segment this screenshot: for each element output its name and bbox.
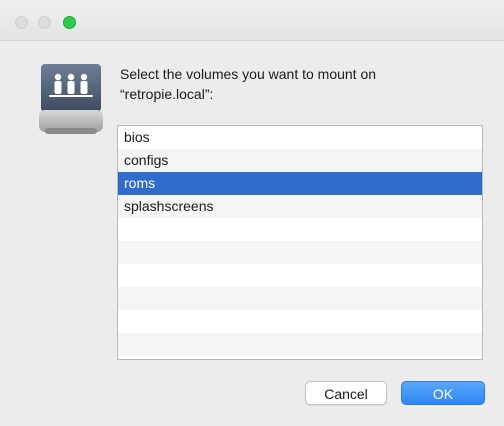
prompt-line-2: “retropie.local”: [120,86,214,102]
mount-prompt: Select the volumes you want to mount on … [120,64,480,104]
empty-row [118,264,482,287]
volume-list[interactable]: bios configs roms splashscreens [117,125,483,360]
volume-item-configs[interactable]: configs [118,149,482,172]
cancel-button[interactable]: Cancel [305,381,387,405]
volume-item-splashscreens[interactable]: splashscreens [118,195,482,218]
volume-item-bios[interactable]: bios [118,126,482,149]
empty-row [118,218,482,241]
empty-row [118,287,482,310]
zoom-window-button[interactable] [63,16,76,29]
mount-volumes-dialog: Select the volumes you want to mount on … [0,0,504,426]
empty-row [118,310,482,333]
title-bar [0,0,504,41]
empty-row [118,356,482,359]
ok-button[interactable]: OK [401,381,485,405]
close-window-button[interactable] [15,16,28,29]
minimize-window-button[interactable] [38,16,51,29]
network-server-drive-icon [39,64,103,134]
empty-row [118,241,482,264]
volume-item-roms[interactable]: roms [118,172,482,195]
prompt-line-1: Select the volumes you want to mount on [120,66,377,82]
empty-row [118,333,482,356]
